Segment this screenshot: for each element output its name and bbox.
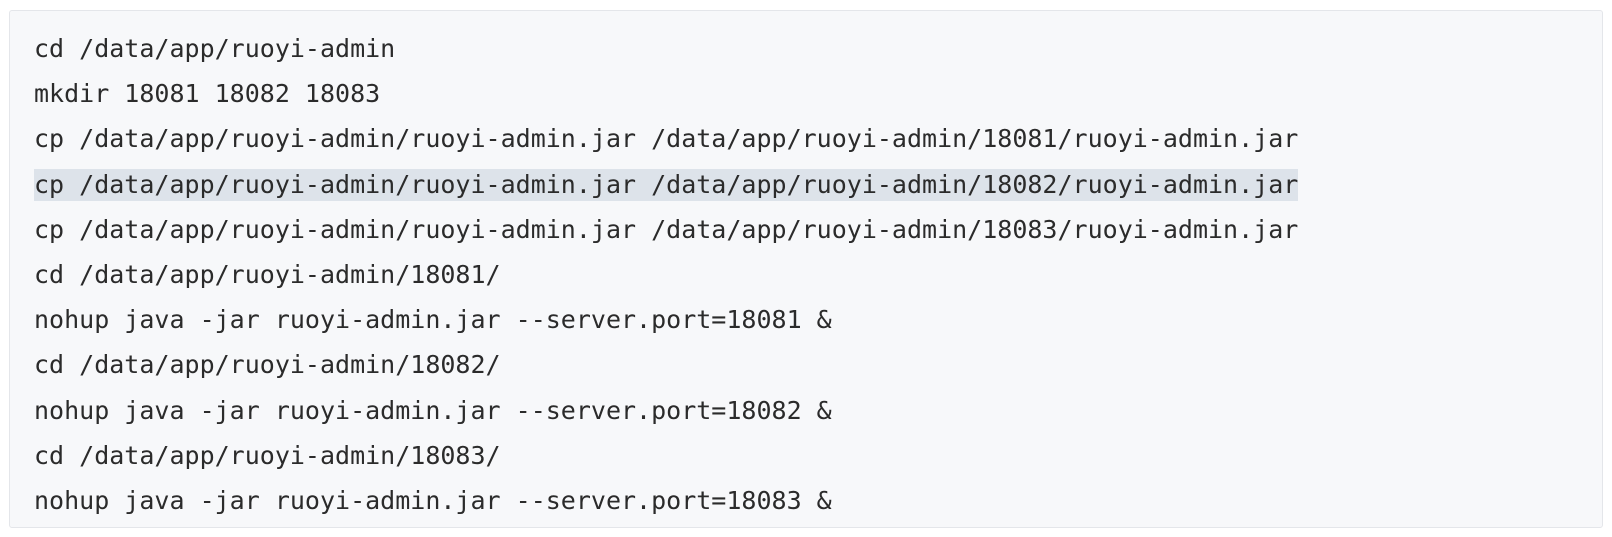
code-line-text: cd /data/app/ruoyi-admin — [34, 34, 396, 63]
code-line[interactable]: nohup java -jar ruoyi-admin.jar --server… — [34, 395, 1602, 440]
code-block[interactable]: cd /data/app/ruoyi-admin mkdir 18081 180… — [9, 10, 1603, 528]
code-line[interactable]: cp /data/app/ruoyi-admin/ruoyi-admin.jar… — [34, 168, 1602, 214]
code-line[interactable]: nohup java -jar ruoyi-admin.jar --server… — [34, 304, 1602, 349]
code-line-text: cd /data/app/ruoyi-admin/18081/ — [34, 259, 501, 289]
code-line[interactable]: mkdir 18081 18082 18083 — [34, 78, 1602, 123]
code-line-text: nohup java -jar ruoyi-admin.jar --server… — [34, 485, 832, 515]
code-line-text: cp /data/app/ruoyi-admin/ruoyi-admin.jar… — [34, 214, 1299, 244]
code-line[interactable]: cp /data/app/ruoyi-admin/ruoyi-admin.jar… — [34, 123, 1602, 168]
code-line-text: nohup java -jar ruoyi-admin.jar --server… — [34, 395, 832, 425]
code-line[interactable]: cp /data/app/ruoyi-admin/ruoyi-admin.jar… — [34, 214, 1602, 259]
code-line[interactable]: cd /data/app/ruoyi-admin/18081/ — [34, 259, 1602, 304]
code-line[interactable]: cd /data/app/ruoyi-admin — [34, 33, 1602, 78]
code-line-text: cd /data/app/ruoyi-admin/18083/ — [34, 440, 501, 470]
code-line-text: mkdir 18081 18082 18083 — [34, 79, 381, 109]
code-line-text: cp /data/app/ruoyi-admin/ruoyi-admin.jar… — [34, 168, 1299, 201]
code-line-text: cd /data/app/ruoyi-admin/18082/ — [34, 350, 501, 380]
code-line[interactable]: nohup java -jar ruoyi-admin.jar --server… — [34, 485, 1602, 530]
code-line-text: nohup java -jar ruoyi-admin.jar --server… — [34, 305, 832, 335]
code-line-text: cp /data/app/ruoyi-admin/ruoyi-admin.jar… — [34, 124, 1299, 154]
code-line[interactable]: cd /data/app/ruoyi-admin/18082/ — [34, 349, 1602, 394]
code-line[interactable]: cd /data/app/ruoyi-admin/18083/ — [34, 440, 1602, 485]
